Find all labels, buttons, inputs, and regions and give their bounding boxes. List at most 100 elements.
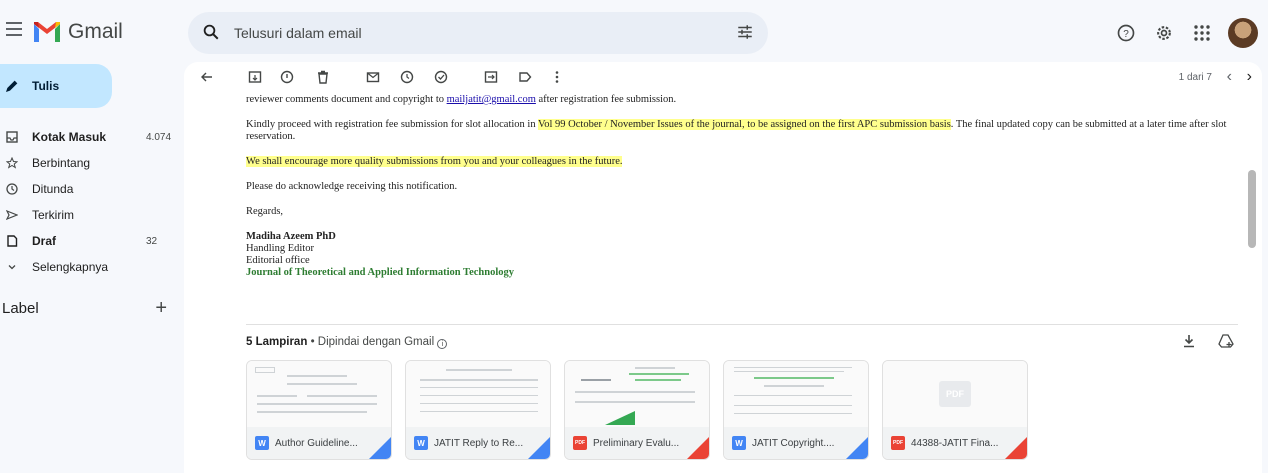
signature-journal: Journal of Theoretical and Applied Infor… [246, 267, 514, 278]
attachment-thumbnail [406, 361, 550, 427]
text: after registration fee submission. [535, 94, 677, 105]
attachment-footer: PDF Preliminary Evalu... [565, 427, 709, 459]
top-right-actions: ? [1114, 18, 1258, 48]
archive-icon[interactable] [248, 70, 262, 84]
email-paragraph: We shall encourage more quality submissi… [246, 156, 1236, 168]
message-panel: 1 dari 7 ‹ › reviewer comments document … [184, 62, 1262, 473]
signature-role: Handling Editor [246, 243, 314, 254]
labels-title: Label [2, 300, 39, 317]
gmail-logo[interactable]: Gmail [34, 20, 123, 44]
move-to-icon[interactable] [484, 70, 498, 84]
attachment-thumbnail: PDF [883, 361, 1027, 427]
attachment-list: W Author Guideline... W JATIT Reply to R… [246, 360, 1028, 460]
apps-grid-icon[interactable] [1190, 21, 1214, 45]
divider [246, 324, 1238, 325]
signature-name: Madiha Azeem PhD [246, 231, 336, 242]
attachment-card[interactable]: W Author Guideline... [246, 360, 392, 460]
sidebar-item-drafts[interactable]: Draf 32 [0, 228, 180, 254]
email-paragraph: Regards, [246, 206, 284, 217]
help-icon[interactable]: ? [1114, 21, 1138, 45]
email-paragraph: Kindly proceed with registration fee sub… [246, 119, 1236, 143]
search-input[interactable]: Telusuri dalam email [234, 25, 362, 41]
attachment-footer: W JATIT Reply to Re... [406, 427, 550, 459]
settings-gear-icon[interactable] [1152, 21, 1176, 45]
star-icon [6, 157, 18, 169]
snooze-icon[interactable] [400, 70, 414, 84]
sidebar-item-sent[interactable]: Terkirim [0, 202, 180, 228]
sidebar-item-more[interactable]: Selengkapnya [0, 254, 180, 280]
attachment-thumbnail [565, 361, 709, 427]
text: Kindly proceed with registration fee sub… [246, 119, 539, 130]
sidebar-item-label: Berbintang [32, 156, 91, 170]
add-task-icon[interactable] [434, 70, 448, 84]
attachment-footer: PDF 44388-JATIT Fina... [883, 427, 1027, 459]
more-vert-icon[interactable] [550, 70, 564, 84]
highlighted-text: We shall encourage more quality submissi… [246, 156, 623, 167]
scrollbar[interactable] [1248, 170, 1256, 248]
signature-office: Editorial office [246, 255, 310, 266]
attachment-card[interactable]: PDF PDF 44388-JATIT Fina... [882, 360, 1028, 460]
newer-chevron-icon[interactable]: ‹ [1227, 68, 1232, 86]
email-paragraph: Please do acknowledge receiving this not… [246, 181, 458, 192]
sidebar-item-inbox[interactable]: Kotak Masuk 4.074 [0, 124, 180, 150]
search-icon[interactable] [202, 23, 220, 41]
attachment-thumbnail [724, 361, 868, 427]
compose-button[interactable]: Tulis [0, 64, 112, 108]
account-avatar[interactable] [1228, 18, 1258, 48]
sidebar-item-label: Ditunda [32, 182, 74, 196]
mark-unread-icon[interactable] [366, 70, 380, 84]
gmail-app: Gmail Telusuri dalam email ? Tulis Kotak… [0, 0, 1268, 473]
attachment-card[interactable]: W JATIT Reply to Re... [405, 360, 551, 460]
file-corner [687, 437, 709, 459]
add-label-icon[interactable]: + [155, 297, 167, 320]
attachment-count: 5 Lampiran [246, 336, 308, 348]
email-link[interactable]: mailjatit@gmail.com [447, 94, 536, 105]
delete-icon[interactable] [316, 70, 330, 84]
search-bar[interactable]: Telusuri dalam email [188, 12, 768, 54]
download-all-icon[interactable] [1182, 334, 1196, 348]
label-tag-icon[interactable] [518, 70, 532, 84]
sidebar-item-label: Selengkapnya [32, 260, 109, 274]
pencil-icon [6, 80, 18, 92]
sidebar-nav: Kotak Masuk 4.074 Berbintang Ditunda Ter… [0, 124, 180, 280]
older-chevron-icon[interactable]: › [1247, 68, 1252, 86]
brand-name: Gmail [68, 20, 123, 43]
top-bar: Gmail Telusuri dalam email ? [0, 0, 1268, 64]
file-corner [846, 437, 868, 459]
message-toolbar: 1 dari 7 ‹ › [184, 62, 1262, 94]
word-file-icon: W [414, 436, 428, 450]
attachments-header: 5 Lampiran • Dipindai dengan Gmail i [246, 336, 448, 349]
highlighted-text: Vol 99 October / November Issues of the … [538, 119, 951, 130]
attachment-name: 44388-JATIT Fina... [911, 437, 999, 449]
attachment-footer: W Author Guideline... [247, 427, 391, 459]
text: reviewer comments document and copyright… [246, 94, 447, 105]
sidebar-item-snoozed[interactable]: Ditunda [0, 176, 180, 202]
attachment-card[interactable]: W JATIT Copyright.... [723, 360, 869, 460]
attachment-name: JATIT Copyright.... [752, 437, 835, 449]
draft-icon [6, 235, 18, 247]
attachment-thumbnail [247, 361, 391, 427]
file-corner [1005, 437, 1027, 459]
inbox-icon [6, 131, 18, 143]
svg-text:?: ? [1123, 29, 1129, 40]
attachment-name: Preliminary Evalu... [593, 437, 680, 449]
report-spam-icon[interactable] [280, 70, 294, 84]
signature: Madiha Azeem PhD Handling Editor Editori… [246, 231, 1236, 279]
add-to-drive-icon[interactable] [1218, 334, 1234, 348]
attachment-name: Author Guideline... [275, 437, 358, 449]
chevron-down-icon [6, 261, 18, 273]
main-menu-icon[interactable] [6, 22, 22, 36]
back-arrow-icon[interactable] [200, 70, 214, 84]
pdf-file-icon: PDF [573, 436, 587, 450]
search-options-icon[interactable] [736, 23, 754, 41]
pdf-thumb-icon: PDF [939, 381, 971, 407]
scan-status: • Dipindai dengan Gmail [310, 336, 435, 348]
gmail-m-icon [34, 22, 60, 42]
sidebar-item-starred[interactable]: Berbintang [0, 150, 180, 176]
info-icon[interactable]: i [437, 339, 448, 349]
file-corner [528, 437, 550, 459]
email-line: reviewer comments document and copyright… [246, 94, 1236, 106]
file-corner [369, 437, 391, 459]
attachment-card[interactable]: PDF Preliminary Evalu... [564, 360, 710, 460]
attachment-actions [1182, 334, 1234, 348]
